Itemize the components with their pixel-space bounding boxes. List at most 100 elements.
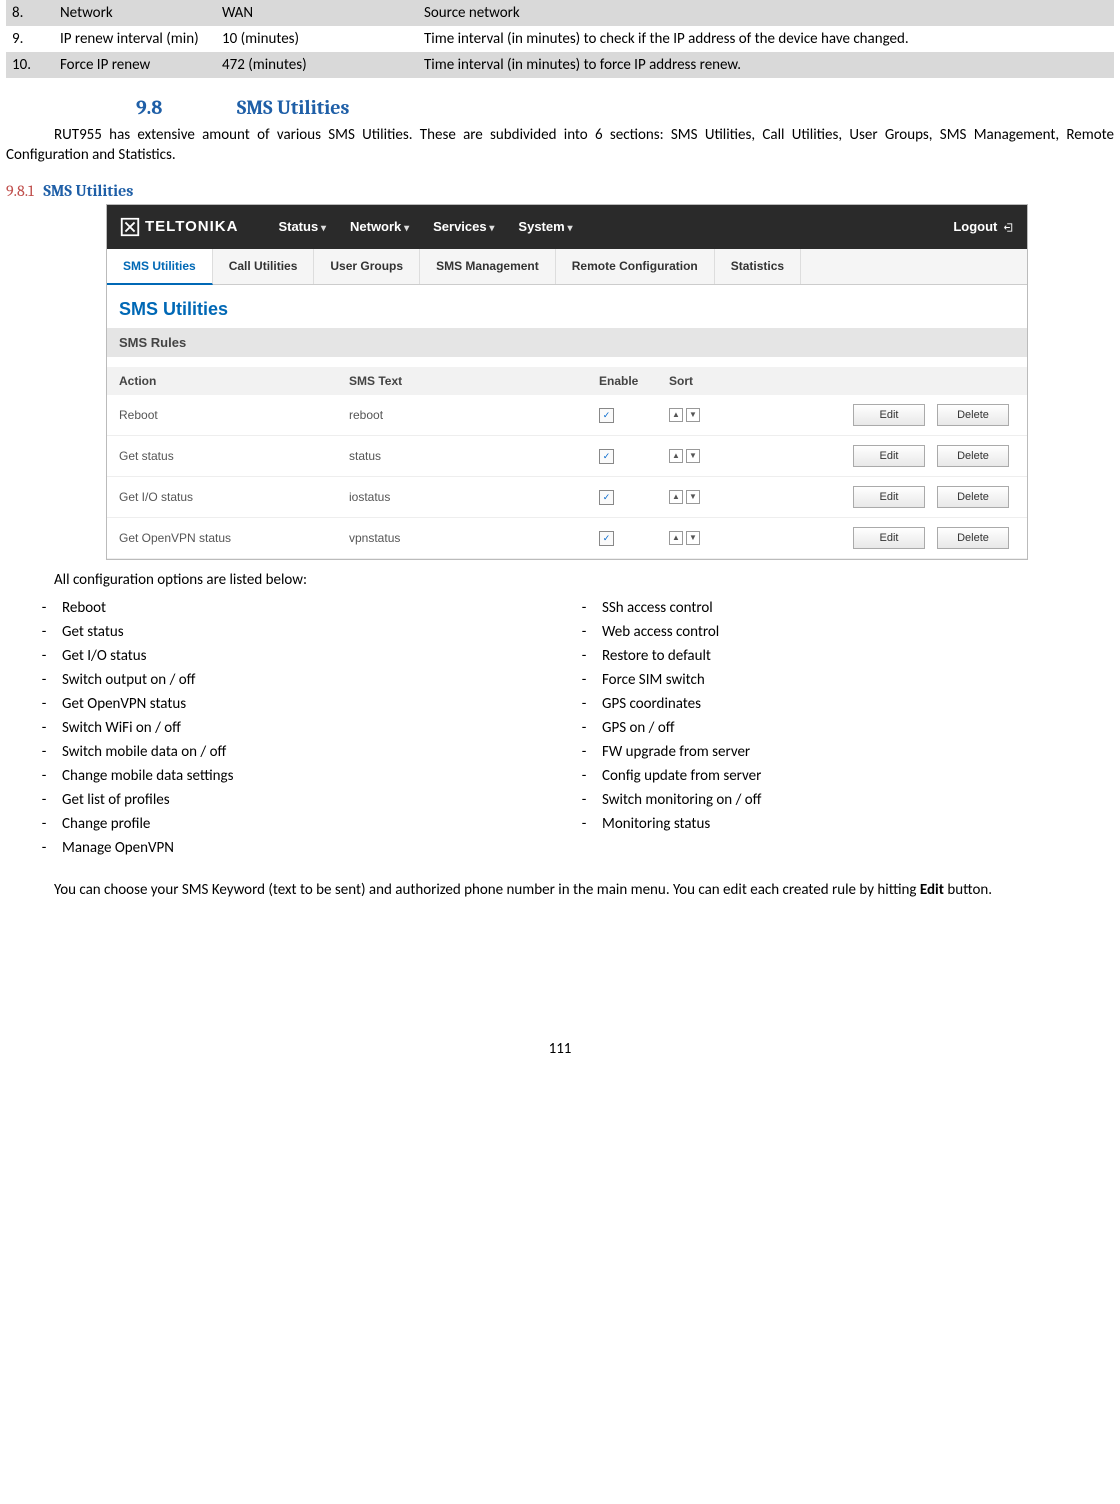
ss-rule-row: Rebootreboot✓ ▲▼ Edit Delete [107,395,1027,436]
ss-table-head: Action SMS Text Enable Sort [107,367,1027,395]
option-item: Change profile [26,812,566,836]
subsection-heading: 9.8.1 SMS Utilities [6,182,1114,200]
section-title: SMS Utilities [237,96,350,119]
subsection-number: 9.8.1 [6,182,34,200]
ss-nav-item[interactable]: System [518,219,572,234]
ss-tab[interactable]: Remote Configuration [556,249,715,284]
edit-button[interactable]: Edit [853,445,925,467]
closing-text: You can choose your SMS Keyword (text to… [54,881,920,899]
ss-tab[interactable]: SMS Utilities [107,249,213,285]
intro-paragraph: RUT955 has extensive amount of various S… [6,125,1114,166]
ss-row-action: Reboot [119,408,349,422]
sort-down-icon[interactable]: ▼ [686,449,700,463]
options-columns: RebootGet statusGet I/O statusSwitch out… [6,596,1114,860]
edit-button[interactable]: Edit [853,527,925,549]
ss-page-title: SMS Utilities [107,285,1027,328]
ss-logo: TELTONIKA [119,216,238,238]
closing-end: button. [944,881,992,899]
logout-icon [1003,222,1015,233]
ss-rule-row: Get I/O statusiostatus✓▲▼EditDelete [107,477,1027,518]
subsection-title: SMS Utilities [43,182,133,200]
enable-checkbox[interactable]: ✓ [599,408,614,423]
option-item: Reboot [26,596,566,620]
option-item: SSh access control [566,596,1114,620]
ss-nav-item[interactable]: Status [278,219,326,234]
closing-bold: Edit [920,881,944,899]
options-col-b: SSh access controlWeb access controlRest… [566,596,1114,836]
ss-table-body: Rebootreboot✓▲▼EditDeleteGet statusstatu… [107,395,1027,559]
option-item: Get OpenVPN status [26,692,566,716]
ss-logo-text: TELTONIKA [145,218,238,235]
section-heading: 9.8 SMS Utilities [136,96,1114,119]
option-item: Web access control [566,620,1114,644]
option-item: Switch mobile data on / off [26,740,566,764]
ss-head-action: Action [119,374,349,388]
option-item: Get status [26,620,566,644]
ss-tab[interactable]: SMS Management [420,249,556,284]
param-row: 10.Force IP renew472 (minutes)Time inter… [6,52,1114,78]
ss-row-action: Get OpenVPN status [119,531,349,545]
sort-up-icon[interactable]: ▲ [669,490,683,504]
parameter-table: 8.NetworkWANSource network9.IP renew int… [6,0,1114,78]
closing-paragraph: You can choose your SMS Keyword (text to… [6,880,1114,900]
option-item: Switch output on / off [26,668,566,692]
option-item: GPS on / off [566,716,1114,740]
ss-topbar: TELTONIKA Status Network Services System Lo… [107,205,1027,249]
ss-head-enable: Enable [599,374,669,388]
option-item: Get I/O status [26,644,566,668]
enable-checkbox[interactable]: ✓ [599,490,614,505]
embedded-screenshot: TELTONIKA Status Network Services System Lo… [106,204,1028,560]
ss-tab[interactable]: Call Utilities [213,249,315,284]
edit-button[interactable]: Edit [853,404,925,426]
delete-button[interactable]: Delete [937,486,1009,508]
option-item: Switch monitoring on / off [566,788,1114,812]
ss-nav-item[interactable]: Network [350,219,409,234]
ss-row-action: Get status [119,449,349,463]
option-item: FW upgrade from server [566,740,1114,764]
logo-icon [119,216,141,238]
sort-up-icon[interactable]: ▲ [669,449,683,463]
param-row: 9.IP renew interval (min)10 (minutes)Tim… [6,26,1114,52]
option-item: Force SIM switch [566,668,1114,692]
delete-button[interactable]: Delete [937,527,1009,549]
delete-button[interactable]: Delete [937,445,1009,467]
sort-down-icon[interactable]: ▼ [686,531,700,545]
option-item: Change mobile data settings [26,764,566,788]
option-item: Config update from server [566,764,1114,788]
option-item: Restore to default [566,644,1114,668]
ss-rule-row: Get statusstatus✓ ▲▼ Edit Delete [107,436,1027,477]
ss-row-text: iostatus [349,490,599,504]
ss-row-text: status [349,449,599,463]
ss-logout-label: Logout [953,219,997,234]
ss-nav-item[interactable]: Services [433,219,494,234]
ss-row-text: reboot [349,408,599,422]
option-item: GPS coordinates [566,692,1114,716]
ss-head-text: SMS Text [349,374,599,388]
ss-row-text: vpnstatus [349,531,599,545]
param-row: 8.NetworkWANSource network [6,0,1114,26]
option-item: Manage OpenVPN [26,836,566,860]
ss-nav: Status Network Services System [278,219,572,234]
after-ss-text: All configuration options are listed bel… [6,570,1114,590]
ss-head-sort: Sort [669,374,739,388]
enable-checkbox[interactable]: ✓ [599,531,614,546]
ss-tab[interactable]: Statistics [715,249,801,284]
options-col-a: RebootGet statusGet I/O statusSwitch out… [26,596,566,860]
enable-checkbox[interactable]: ✓ [599,449,614,464]
sort-up-icon[interactable]: ▲ [669,531,683,545]
option-item: Monitoring status [566,812,1114,836]
sort-up-icon[interactable]: ▲ [669,408,683,422]
ss-logout[interactable]: Logout [953,219,1015,234]
delete-button[interactable]: Delete [937,404,1009,426]
sort-down-icon[interactable]: ▼ [686,408,700,422]
ss-rule-row: Get OpenVPN statusvpnstatus✓ ▲▼ Edit Delete [107,518,1027,559]
ss-tab[interactable]: User Groups [314,249,420,284]
option-item: Get list of profiles [26,788,566,812]
sort-down-icon[interactable]: ▼ [686,490,700,504]
section-number: 9.8 [136,96,162,119]
ss-band: SMS Rules [107,328,1027,357]
edit-button[interactable]: Edit [853,486,925,508]
ss-tabs: SMS UtilitiesCall UtilitiesUser GroupsSM… [107,249,1027,285]
option-item: Switch WiFi on / off [26,716,566,740]
page-number: 111 [6,1040,1114,1058]
